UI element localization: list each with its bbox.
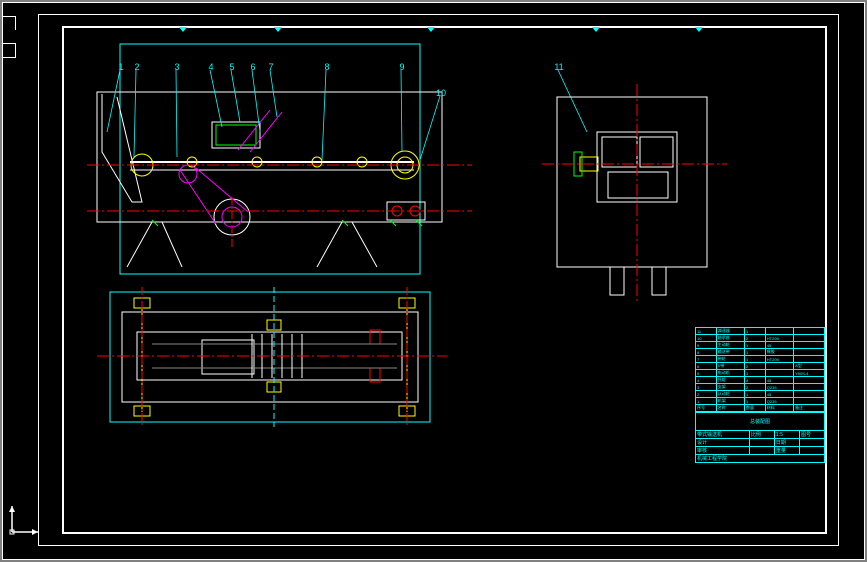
parts-row: 10轴承座2HT200: [696, 335, 825, 342]
drawing-name: 总装配图: [696, 413, 825, 431]
parts-row: 1机架1Q235: [696, 398, 825, 405]
plan-view: [97, 287, 447, 427]
callout-5: 5: [225, 62, 239, 72]
callout-3: 3: [170, 62, 184, 72]
parts-list: 11减速器110轴承座2HT2009主动轮1458输送带1橡胶7带轮1HT200…: [695, 327, 825, 412]
callout-11: 11: [552, 62, 566, 72]
callout-leaders: [107, 70, 587, 160]
front-elevation: [87, 92, 472, 267]
title-block: 总装配图 带式输送机 比例 1:5 图号 设计 日期 审核 重量 机械工: [695, 412, 825, 532]
parts-row: 5电动机1Y90S-4: [696, 370, 825, 377]
checked-label: 审核: [696, 447, 750, 455]
parts-header-cell: 材料: [765, 405, 793, 412]
parts-row: 9主动轮145: [696, 342, 825, 349]
institution: 机械工程学院: [696, 455, 825, 463]
parts-row: 3支架2Q235: [696, 384, 825, 391]
callout-6: 6: [246, 62, 260, 72]
callout-2: 2: [130, 62, 144, 72]
sheet-label: 图号: [799, 431, 824, 439]
side-view: [542, 84, 727, 302]
callout-1: 1: [114, 62, 128, 72]
parts-row: 7带轮1HT200: [696, 356, 825, 363]
parts-header-cell: 序号: [696, 405, 717, 412]
scale-label: 比例: [749, 431, 774, 439]
scale-value: 1:5: [774, 431, 799, 439]
cad-viewport[interactable]: 12 3 4567 8 9 10 11 11减速器110轴承座2HT2009主动轮1458输…: [2, 2, 865, 560]
selection-rect: [120, 44, 420, 274]
ucs-icon: [9, 506, 38, 535]
parts-header-cell: 数量: [745, 405, 766, 412]
callout-9: 9: [395, 62, 409, 72]
parts-row: 2从动轮145: [696, 391, 825, 398]
parts-row: 8输送带1橡胶: [696, 349, 825, 356]
parts-header-cell: 备注: [794, 405, 825, 412]
weight-label: 重量: [774, 447, 799, 455]
designed-label: 设计: [696, 439, 750, 447]
date-label: 日期: [774, 439, 799, 447]
callout-7: 7: [264, 62, 278, 72]
parts-list-table: 11减速器110轴承座2HT2009主动轮1458输送带1橡胶7带轮1HT200…: [695, 327, 825, 412]
callout-4: 4: [204, 62, 218, 72]
parts-row: 4托辊445: [696, 377, 825, 384]
parts-list-body: 11减速器110轴承座2HT2009主动轮1458输送带1橡胶7带轮1HT200…: [696, 328, 825, 412]
parts-header-cell: 名称: [716, 405, 744, 412]
callout-10: 10: [434, 88, 448, 98]
project-label: 带式输送机: [696, 431, 750, 439]
callout-8: 8: [320, 62, 334, 72]
parts-row: 11减速器1: [696, 328, 825, 335]
parts-row: 6V带2A型: [696, 363, 825, 370]
